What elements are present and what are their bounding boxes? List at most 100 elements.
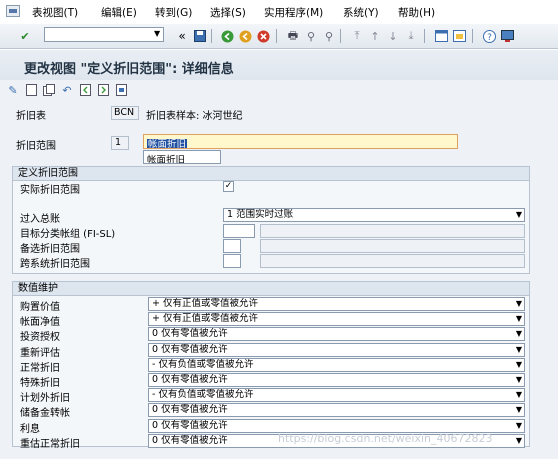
depreciation-area-name-text: 帐面折旧 xyxy=(147,139,188,149)
depreciation-area-label: 折旧范围 xyxy=(16,141,56,152)
print-icon[interactable]: 🖶 xyxy=(286,29,300,43)
value-row-dropdown[interactable]: 0 仅有零值被允许 ▼ xyxy=(148,403,525,417)
cross-system-area-input[interactable] xyxy=(223,254,241,268)
toolbar-separator xyxy=(424,29,425,43)
chevron-down-icon[interactable]: ▼ xyxy=(516,374,522,386)
find-next-icon[interactable]: ⚲ xyxy=(322,29,336,43)
menu-select[interactable]: 选择(S) xyxy=(210,5,246,20)
toolbar-separator xyxy=(472,29,473,43)
exit-icon[interactable] xyxy=(238,29,252,43)
menu-table-view[interactable]: 表视图(T) xyxy=(32,5,78,20)
toolbar-separator xyxy=(276,29,277,43)
chart-of-depreciation-description: 折旧表样本: 冰河世纪 xyxy=(146,111,243,122)
chevron-down-icon[interactable]: ▼ xyxy=(516,328,522,340)
chevron-down-icon[interactable]: ▼ xyxy=(516,313,522,325)
value-maintenance-group-title: 数值维护 xyxy=(13,282,529,296)
value-row-dropdown[interactable]: 0 仅有零值被允许 ▼ xyxy=(148,343,525,357)
toolbar-separator xyxy=(211,29,212,43)
value-row-value: 0 仅有零值被允许 xyxy=(152,328,228,339)
first-page-icon[interactable]: ⤒ xyxy=(350,29,364,43)
last-page-icon[interactable]: ⤓ xyxy=(404,29,418,43)
value-row-label: 特殊折旧 xyxy=(20,378,60,389)
value-row-value: 0 仅有零值被允许 xyxy=(152,435,228,446)
alternative-area-description xyxy=(260,239,525,253)
menu-bar: 表视图(T) 编辑(E) 转到(G) 选择(S) 实用程序(M) 系统(Y) 帮… xyxy=(0,0,558,25)
value-row-label: 正常折旧 xyxy=(20,363,60,374)
value-row-dropdown[interactable]: - 仅有负值或零值被允许 ▼ xyxy=(148,388,525,402)
copy-as-icon[interactable] xyxy=(42,83,56,97)
create-session-icon[interactable] xyxy=(434,29,448,43)
help-icon[interactable]: ? xyxy=(482,29,496,43)
menu-edit[interactable]: 编辑(E) xyxy=(101,5,137,20)
value-row-value: 0 仅有零值被允许 xyxy=(152,404,228,415)
command-field[interactable] xyxy=(44,27,164,42)
new-entries-icon[interactable] xyxy=(24,83,38,97)
depreciation-area-short-input[interactable]: 帐面折旧 xyxy=(143,150,221,164)
variants-icon[interactable] xyxy=(114,83,128,97)
chevron-down-icon[interactable]: ▼ xyxy=(516,435,522,447)
next-page-icon[interactable]: ↓ xyxy=(386,29,400,43)
customize-layout-icon[interactable] xyxy=(500,29,514,43)
display-change-icon[interactable]: ✎ xyxy=(6,83,20,97)
value-row-value: 0 仅有零值被允许 xyxy=(152,374,228,385)
post-to-gl-label: 过入总账 xyxy=(20,214,60,225)
value-row-dropdown[interactable]: + 仅有正值或零值被允许 ▼ xyxy=(148,312,525,326)
cross-system-area-description xyxy=(260,254,525,268)
post-to-gl-dropdown[interactable]: 1 范围实时过账 ▼ xyxy=(223,208,525,222)
menu-help[interactable]: 帮助(H) xyxy=(398,5,435,20)
chevron-down-icon[interactable]: ▼ xyxy=(516,298,522,310)
chevron-down-icon[interactable]: ▼ xyxy=(516,344,522,356)
application-toolbar: ✎ ↶ xyxy=(0,80,558,101)
real-area-label: 实际折旧范围 xyxy=(20,185,80,196)
target-ledger-group-input[interactable] xyxy=(223,224,255,238)
find-icon[interactable]: ⚲ xyxy=(304,29,318,43)
next-entry-icon[interactable] xyxy=(96,83,110,97)
page-title: 更改视图 "定义折旧范围": 详细信息 xyxy=(24,62,234,77)
cancel-icon[interactable] xyxy=(256,29,270,43)
chevron-down-icon[interactable]: ▼ xyxy=(516,420,522,432)
value-row-dropdown[interactable]: 0 仅有零值被允许 ▼ xyxy=(148,419,525,433)
value-row-label: 购置价值 xyxy=(20,302,60,313)
value-row-value: - 仅有负值或零值被允许 xyxy=(152,359,254,370)
save-icon[interactable] xyxy=(193,29,207,43)
post-to-gl-value: 1 范围实时过账 xyxy=(227,209,294,220)
real-area-checkbox[interactable]: ✓ xyxy=(223,181,234,192)
define-area-group-title: 定义折旧范围 xyxy=(13,167,529,181)
value-row-dropdown[interactable]: 0 仅有零值被允许 ▼ xyxy=(148,373,525,387)
value-row-dropdown[interactable]: + 仅有正值或零值被允许 ▼ xyxy=(148,297,525,311)
chevron-down-icon: ▼ xyxy=(515,210,522,219)
value-row-dropdown[interactable]: - 仅有负值或零值被允许 ▼ xyxy=(148,358,525,372)
command-history-chevron-down-icon[interactable]: ▼ xyxy=(154,29,160,38)
enter-icon[interactable]: ✔ xyxy=(18,29,32,43)
value-row-value: 0 仅有零值被允许 xyxy=(152,344,228,355)
value-row-label: 帐面净值 xyxy=(20,317,60,328)
menu-utilities[interactable]: 实用程序(M) xyxy=(264,5,323,20)
value-row-value: + 仅有正值或零值被允许 xyxy=(152,313,258,324)
menu-system[interactable]: 系统(Y) xyxy=(343,5,379,20)
value-row-value: - 仅有负值或零值被允许 xyxy=(152,389,254,400)
back-icon[interactable] xyxy=(220,29,234,43)
undo-change-icon[interactable]: ↶ xyxy=(60,83,74,97)
chevron-down-icon[interactable]: ▼ xyxy=(516,389,522,401)
value-row-label: 储备金转帐 xyxy=(20,408,70,419)
depreciation-area-name-input[interactable]: 帐面折旧 xyxy=(143,134,458,149)
value-row-label: 利息 xyxy=(20,424,40,435)
sap-menu-icon[interactable] xyxy=(6,5,20,17)
target-ledger-group-label: 目标分类帐组 (FI-SL) xyxy=(20,229,116,240)
title-bar: 更改视图 "定义折旧范围": 详细信息 xyxy=(0,50,558,80)
chevron-down-icon[interactable]: ▼ xyxy=(516,359,522,371)
back-history-icon[interactable]: « xyxy=(175,29,189,43)
shortcut-icon[interactable] xyxy=(452,29,466,43)
previous-entry-icon[interactable] xyxy=(78,83,92,97)
alternative-area-input[interactable] xyxy=(223,239,241,253)
previous-page-icon[interactable]: ↑ xyxy=(368,29,382,43)
value-row-label: 投资授权 xyxy=(20,332,60,343)
standard-toolbar: ✔ ▼ « 🖶 ⚲ ⚲ ⤒ ↑ ↓ ⤓ ? xyxy=(0,24,558,49)
menu-goto[interactable]: 转到(G) xyxy=(155,5,192,20)
value-row-value: + 仅有正值或零值被允许 xyxy=(152,298,258,309)
chevron-down-icon[interactable]: ▼ xyxy=(516,404,522,416)
chart-of-depreciation-field: BCN xyxy=(111,106,139,120)
depreciation-area-field: 1 xyxy=(111,136,129,150)
value-row-dropdown[interactable]: 0 仅有零值被允许 ▼ xyxy=(148,327,525,341)
toolbar-separator xyxy=(340,29,341,43)
